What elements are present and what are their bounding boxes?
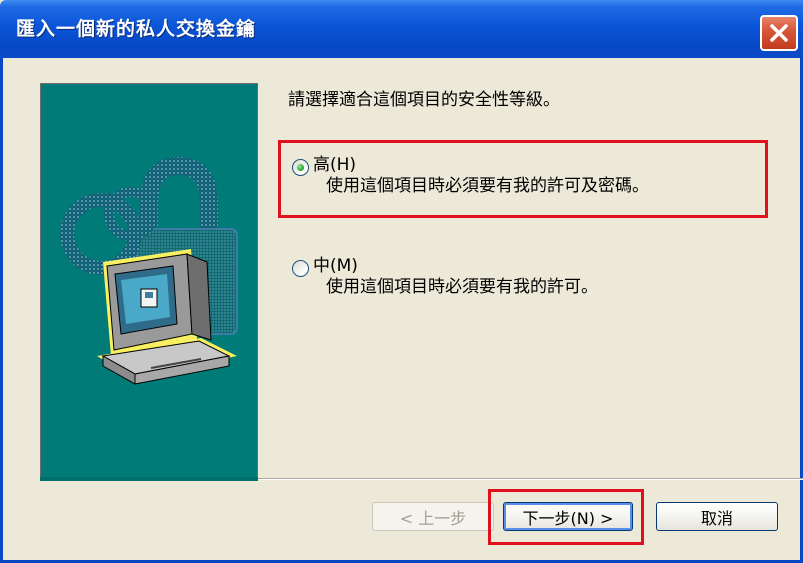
close-button[interactable] <box>760 15 798 51</box>
highlight-high-option <box>278 140 768 218</box>
option-medium-description: 使用這個項目時必須要有我的許可。 <box>326 277 598 297</box>
title-bar: 匯入一個新的私人交換金鑰 <box>0 0 803 58</box>
back-button[interactable]: < 上一步 <box>372 502 494 531</box>
side-panel-divider <box>40 477 258 481</box>
security-computer-lock-icon <box>60 156 238 385</box>
footer-separator <box>258 478 803 480</box>
wizard-side-panel <box>40 83 258 477</box>
option-medium-label: 中(M) <box>313 256 358 276</box>
option-medium[interactable]: 中(M) 使用這個項目時必須要有我的許可。 <box>292 256 598 298</box>
cancel-button[interactable]: 取消 <box>656 502 778 531</box>
prompt-text: 請選擇適合這個項目的安全性等級。 <box>288 90 560 110</box>
close-icon <box>770 24 788 42</box>
window-title: 匯入一個新的私人交換金鑰 <box>16 18 257 40</box>
highlight-next-button <box>488 489 644 545</box>
radio-medium[interactable] <box>292 260 309 277</box>
